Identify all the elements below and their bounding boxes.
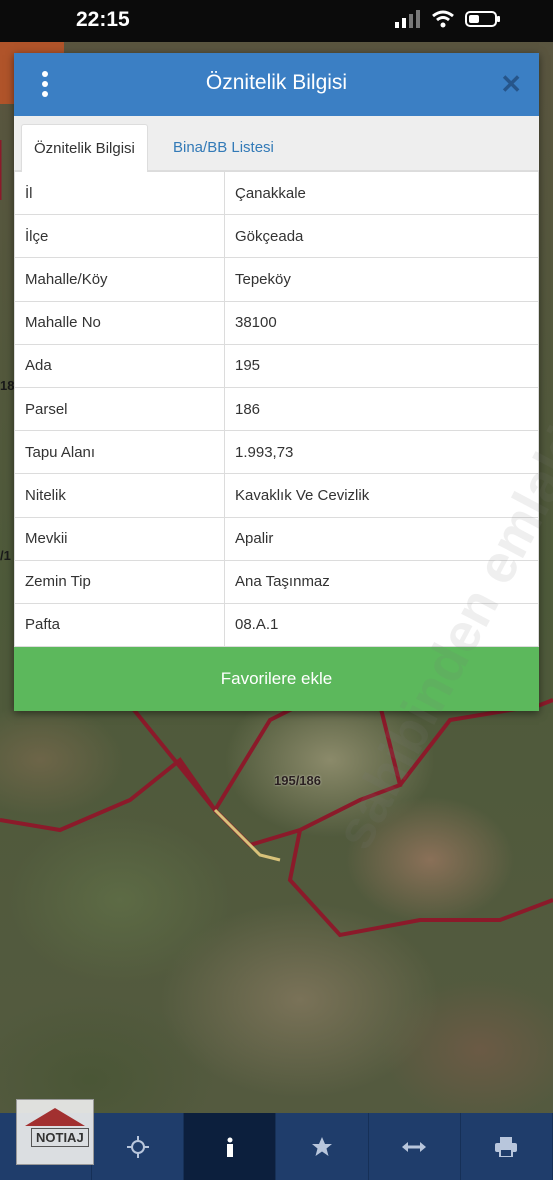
info-icon <box>226 1137 233 1157</box>
attribute-row: Tapu Alanı 1.993,73 <box>14 430 539 475</box>
attribute-value: Kavaklık Ve Cevizlik <box>224 473 539 518</box>
print-icon <box>495 1136 518 1157</box>
attribute-value: 08.A.1 <box>224 602 539 648</box>
attribute-key: Mahalle No <box>14 300 225 345</box>
tab-building-list[interactable]: Bina/BB Listesi <box>161 124 286 172</box>
close-icon[interactable]: ✕ <box>500 69 522 100</box>
measure-arrows-icon <box>402 1141 427 1152</box>
info-button[interactable] <box>184 1113 277 1180</box>
add-to-favorites-button[interactable]: Favorilere ekle <box>14 647 539 711</box>
attribute-row: Mevkii Apalir <box>14 516 539 561</box>
attribute-info-dialog: Öznitelik Bilgisi ✕ Öznitelik Bilgisi Bi… <box>14 53 539 711</box>
attribute-row: Zemin Tip Ana Taşınmaz <box>14 559 539 604</box>
tab-bar: Öznitelik Bilgisi Bina/BB Listesi <box>14 116 539 172</box>
status-time: 22:15 <box>76 8 130 31</box>
print-button[interactable] <box>461 1113 553 1180</box>
attribute-value: 1.993,73 <box>224 430 539 475</box>
favorites-button[interactable] <box>276 1113 369 1180</box>
status-bar: 22:15 <box>0 0 553 42</box>
attribute-key: İlçe <box>14 214 225 259</box>
star-icon <box>312 1136 332 1156</box>
attribute-value: Tepeköy <box>224 257 539 302</box>
battery-icon <box>465 11 500 27</box>
attribute-key: Mevkii <box>14 516 225 561</box>
locate-button[interactable] <box>92 1113 185 1180</box>
attribute-row: İl Çanakkale <box>14 170 539 216</box>
attribute-row: Nitelik Kavaklık Ve Cevizlik <box>14 473 539 518</box>
house-roof-icon <box>25 1108 85 1126</box>
attribute-value: 38100 <box>224 300 539 345</box>
measure-button[interactable] <box>369 1113 461 1180</box>
attribute-row: Pafta 08.A.1 <box>14 602 539 648</box>
attribute-key: Zemin Tip <box>14 559 225 604</box>
attribute-value: 186 <box>224 386 539 432</box>
dialog-title: Öznitelik Bilgisi <box>205 71 348 94</box>
attribute-value: 195 <box>224 343 539 388</box>
wifi-icon <box>432 10 454 28</box>
attribute-value: Ana Taşınmaz <box>224 559 539 604</box>
attribute-key: Parsel <box>14 386 225 432</box>
attribute-key: Ada <box>14 343 225 388</box>
attribute-key: Pafta <box>14 602 225 648</box>
map-edge-label: 18 <box>0 378 15 393</box>
attribute-key: Mahalle/Köy <box>14 257 225 302</box>
agency-logo: NOTIAJ <box>16 1099 94 1165</box>
attribute-key: Nitelik <box>14 473 225 518</box>
attribute-value: Çanakkale <box>224 170 539 216</box>
attribute-row: Mahalle/Köy Tepeköy <box>14 257 539 302</box>
attribute-row: Mahalle No 38100 <box>14 300 539 345</box>
attribute-key: Tapu Alanı <box>14 430 225 475</box>
attribute-key: İl <box>14 170 225 216</box>
attribute-value: Gökçeada <box>224 214 539 259</box>
attribute-row: İlçe Gökçeada <box>14 214 539 259</box>
attribute-row: Parsel 186 <box>14 386 539 432</box>
location-crosshair-icon <box>126 1135 149 1158</box>
dialog-header: Öznitelik Bilgisi ✕ <box>14 53 539 116</box>
attribute-table: İl Çanakkale İlçe Gökçeada Mahalle/Köy Tepekö… <box>14 170 539 648</box>
attribute-value: Apalir <box>224 516 539 561</box>
parcel-number-label: 195/186 <box>274 773 321 788</box>
map-edge-label: /1 <box>0 548 11 563</box>
logo-text: NOTIAJ <box>31 1128 89 1147</box>
cellular-signal-icon <box>395 10 420 28</box>
attribute-row: Ada 195 <box>14 343 539 388</box>
tab-attribute-info[interactable]: Öznitelik Bilgisi <box>21 124 148 172</box>
